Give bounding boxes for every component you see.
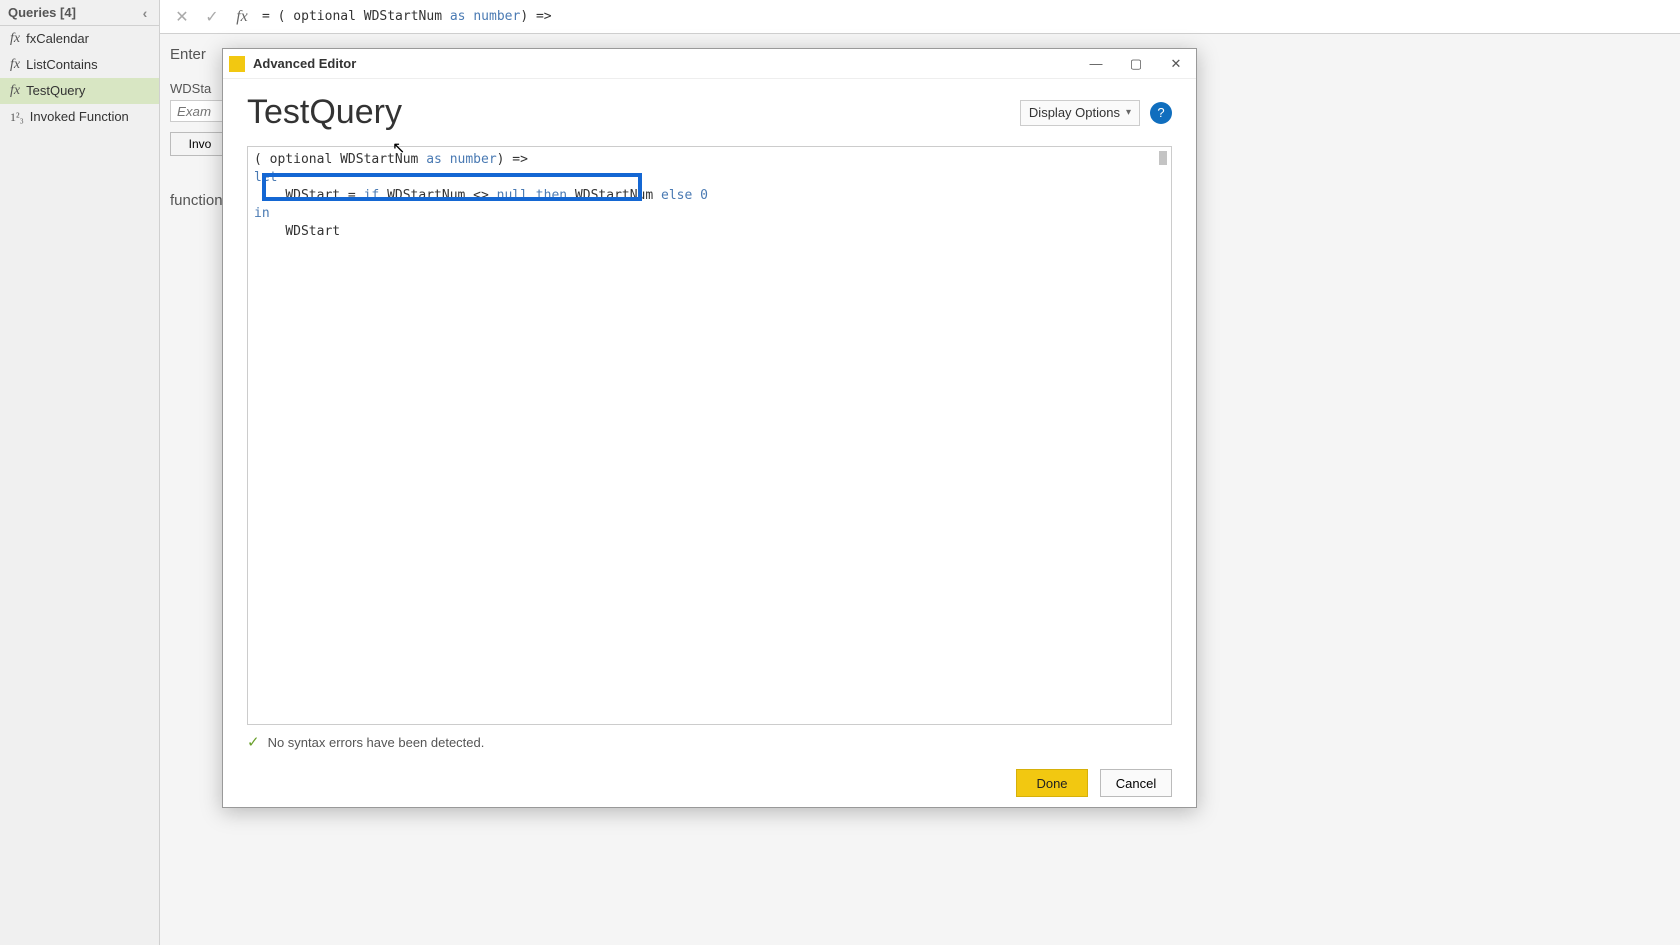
- queries-title: Queries [4]: [8, 5, 76, 20]
- query-item-label: fxCalendar: [26, 26, 89, 52]
- dialog-title: Advanced Editor: [253, 56, 356, 71]
- formula-fx-icon[interactable]: fx: [232, 8, 252, 26]
- minimize-icon[interactable]: —: [1076, 49, 1116, 79]
- invoke-button[interactable]: Invo: [170, 132, 230, 156]
- formula-bar: ✕ ✓ fx = ( optional WDStartNum as number…: [160, 0, 1680, 34]
- code-line: WDStart = if WDStartNum <> null then WDS…: [254, 187, 1165, 205]
- close-icon[interactable]: ✕: [1156, 49, 1196, 79]
- query-name-heading: TestQuery: [247, 93, 402, 132]
- formula-accept-icon[interactable]: ✓: [202, 7, 222, 27]
- check-icon: ✓: [247, 733, 260, 751]
- app-icon: [229, 56, 245, 72]
- queries-panel: Queries [4] ‹ fxfxCalendarfxListContains…: [0, 0, 160, 945]
- function-icon: fx: [10, 26, 20, 52]
- query-item-label: ListContains: [26, 52, 98, 78]
- scrollbar-thumb[interactable]: [1159, 151, 1167, 165]
- collapse-panel-icon[interactable]: ‹: [135, 0, 155, 26]
- formula-cancel-icon[interactable]: ✕: [172, 7, 192, 27]
- formula-text[interactable]: = ( optional WDStartNum as number) =>: [262, 9, 552, 24]
- status-text: No syntax errors have been detected.: [268, 735, 485, 750]
- help-icon[interactable]: ?: [1150, 102, 1172, 124]
- number-icon: 1²₃: [10, 104, 24, 130]
- dialog-titlebar: Advanced Editor — ▢ ✕: [223, 49, 1196, 79]
- query-item[interactable]: 1²₃ Invoked Function: [0, 104, 159, 130]
- code-line: in: [254, 205, 1165, 223]
- status-row: ✓ No syntax errors have been detected.: [247, 733, 1172, 751]
- maximize-icon[interactable]: ▢: [1116, 49, 1156, 79]
- chevron-down-icon: ▾: [1126, 107, 1131, 118]
- display-options-dropdown[interactable]: Display Options ▾: [1020, 100, 1140, 126]
- display-options-label: Display Options: [1029, 105, 1120, 120]
- cancel-button[interactable]: Cancel: [1100, 769, 1172, 797]
- queries-header: Queries [4] ‹: [0, 0, 159, 26]
- function-icon: fx: [10, 78, 20, 104]
- code-line: WDStart: [254, 223, 1165, 241]
- query-item[interactable]: fxTestQuery: [0, 78, 159, 104]
- done-button[interactable]: Done: [1016, 769, 1088, 797]
- code-line: let: [254, 169, 1165, 187]
- function-icon: fx: [10, 52, 20, 78]
- advanced-editor-dialog: Advanced Editor — ▢ ✕ TestQuery Display …: [222, 48, 1197, 808]
- code-editor[interactable]: ( optional WDStartNum as number) =>let W…: [247, 146, 1172, 725]
- query-item-label: Invoked Function: [30, 104, 129, 130]
- query-item[interactable]: fxListContains: [0, 52, 159, 78]
- code-line: ( optional WDStartNum as number) =>: [254, 151, 1165, 169]
- query-item-label: TestQuery: [26, 78, 85, 104]
- query-item[interactable]: fxfxCalendar: [0, 26, 159, 52]
